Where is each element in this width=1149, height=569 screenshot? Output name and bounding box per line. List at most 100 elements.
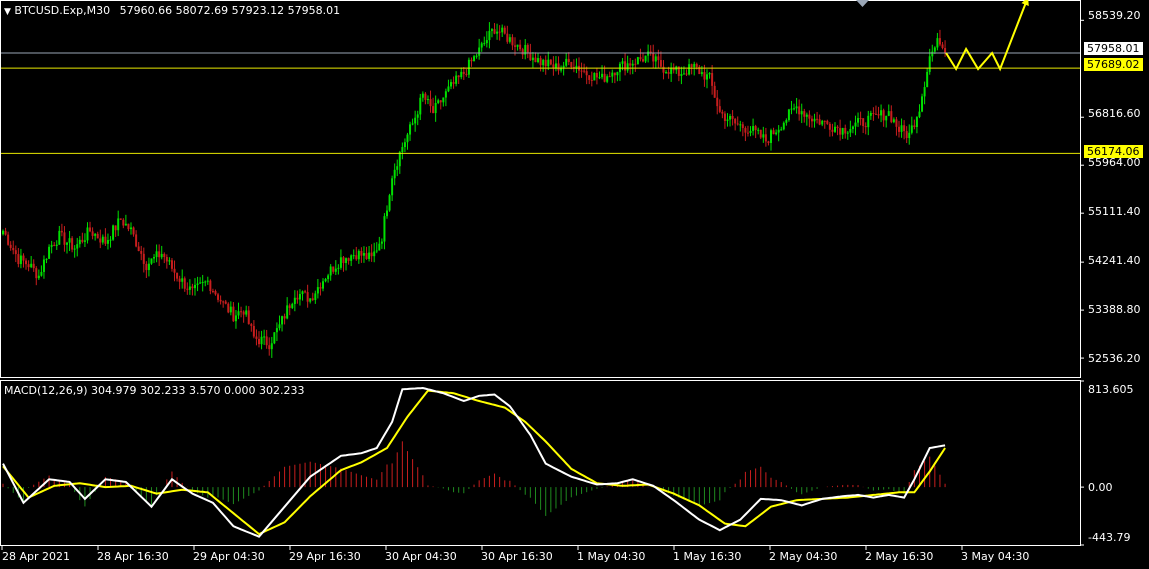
candle-body [234, 315, 237, 322]
candle-body [288, 305, 291, 308]
candle-body [744, 128, 747, 133]
candle-body [567, 58, 570, 62]
candle-body [304, 291, 307, 293]
time-label: 28 Apr 2021 [2, 550, 71, 563]
candle-body [900, 125, 903, 132]
candle-body [352, 255, 355, 257]
candle-body [785, 120, 788, 123]
candle-body [124, 223, 127, 226]
candle-body [242, 311, 245, 315]
candle-body [470, 59, 473, 62]
candle-body [542, 59, 545, 66]
horizontal-lines-group[interactable] [1, 52, 1080, 154]
candle-body [2, 230, 4, 235]
candle-body [142, 253, 145, 264]
candle-body [214, 291, 217, 295]
macd-indicator-label[interactable]: MACD(12,26,9) 304.979 302.233 3.570 0.00… [4, 385, 304, 397]
candle-body [918, 111, 921, 118]
candle-body [519, 44, 522, 50]
chart-canvas[interactable] [0, 0, 1149, 569]
candle-body [260, 336, 263, 345]
candle-body [268, 345, 271, 350]
candle-body [196, 283, 199, 285]
candle-body [342, 257, 345, 264]
candle-body [450, 82, 452, 87]
candle-body [601, 73, 604, 78]
price-tick-label: 56816.60 [1088, 107, 1141, 120]
candle-body [706, 74, 708, 80]
candle-body [434, 103, 437, 114]
candle-body [296, 297, 299, 300]
candle-body [12, 247, 15, 251]
candle-body [483, 43, 486, 45]
bid-price-box: 57958.01 [1084, 42, 1143, 55]
candle-body [14, 250, 17, 255]
candle-body [7, 234, 10, 245]
candle-body [795, 106, 798, 109]
candle-body [150, 258, 153, 264]
candle-body [915, 117, 918, 128]
candle-body [503, 27, 506, 34]
candle-body [682, 73, 685, 75]
candle-body [631, 63, 634, 66]
candle-body [199, 282, 202, 284]
candle-body [101, 236, 104, 243]
candle-body [933, 47, 936, 52]
candle-body [245, 310, 248, 315]
price-tick-label: 58539.20 [1088, 9, 1141, 22]
candle-body [396, 166, 399, 170]
candle-body [713, 85, 716, 98]
candle-body [365, 253, 368, 259]
forecast-arrow[interactable] [945, 0, 1029, 72]
candle-body [170, 260, 173, 269]
candle-body [595, 72, 598, 78]
price-tick-label: 53388.80 [1088, 303, 1141, 316]
candle-body [255, 336, 258, 339]
candle-body [309, 298, 312, 302]
candle-body [32, 263, 35, 269]
candle-body [319, 287, 322, 289]
candle-body [478, 47, 481, 56]
candle-body [626, 63, 629, 71]
candle-body [250, 324, 253, 326]
price-tick-label: 55111.40 [1088, 205, 1141, 218]
candle-body [211, 290, 214, 292]
candle-body [695, 63, 698, 67]
candle-body [642, 59, 644, 62]
candle-body [616, 72, 619, 76]
candle-body [357, 250, 360, 260]
candle-body [281, 316, 284, 325]
candle-body [739, 124, 742, 126]
candle-body [301, 291, 304, 295]
candle-body [923, 87, 926, 97]
macd-tick-label: 0.00 [1088, 481, 1113, 494]
triangle-down-icon[interactable]: ▼ [4, 7, 11, 17]
candle-body [155, 251, 158, 258]
time-label: 2 May 16:30 [865, 550, 934, 563]
candle-body [537, 58, 540, 63]
chart-shift-marker-icon[interactable] [856, 0, 869, 7]
candle-body [639, 57, 642, 60]
candle-body [921, 96, 924, 112]
candle-body [140, 251, 143, 254]
candle-body [659, 60, 662, 67]
candle-body [759, 129, 762, 138]
candle-body [416, 114, 419, 118]
candle-body [624, 61, 627, 71]
mt4-chart-window: ▼ BTCUSD.Exp,M30 57960.66 58072.69 57923… [0, 0, 1149, 569]
candle-body [729, 116, 732, 120]
candle-body [109, 239, 112, 241]
candle-body [562, 65, 565, 68]
candle-body [644, 55, 647, 62]
candle-body [787, 109, 790, 121]
candle-body [444, 91, 447, 98]
candle-body [424, 93, 427, 100]
candle-body [222, 301, 225, 303]
candle-body [690, 64, 693, 67]
candle-body [91, 231, 94, 236]
candle-body [598, 77, 601, 79]
candle-body [606, 76, 609, 82]
candle-body [27, 264, 30, 268]
candle-body [703, 72, 706, 80]
candle-body [298, 294, 301, 300]
